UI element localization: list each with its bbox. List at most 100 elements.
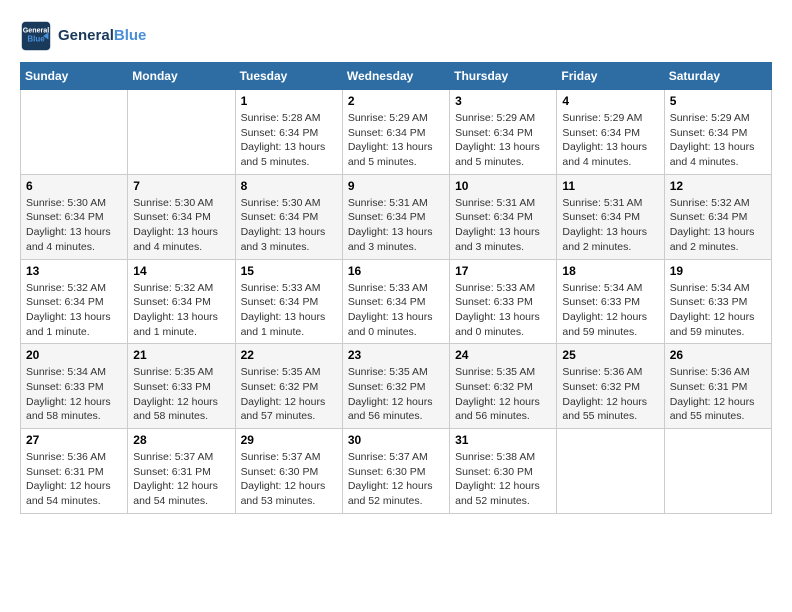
day-info: Sunrise: 5:37 AM Sunset: 6:30 PM Dayligh…	[348, 450, 444, 509]
day-number: 13	[26, 264, 122, 278]
calendar-table: SundayMondayTuesdayWednesdayThursdayFrid…	[20, 62, 772, 514]
calendar-cell: 9Sunrise: 5:31 AM Sunset: 6:34 PM Daylig…	[342, 174, 449, 259]
day-info: Sunrise: 5:32 AM Sunset: 6:34 PM Dayligh…	[133, 281, 229, 340]
calendar-cell: 18 Sunrise: 5:34 AM Sunset: 6:33 PM Dayli…	[557, 259, 664, 344]
calendar-day-header: Thursday	[450, 63, 557, 90]
day-number: 1	[241, 94, 337, 108]
day-number: 19	[670, 264, 766, 278]
day-info: Sunrise: 5:34 AM Sunset: 6:33 PM Dayligh…	[562, 281, 658, 340]
day-number: 16	[348, 264, 444, 278]
day-number: 7	[133, 179, 229, 193]
calendar-day-header: Saturday	[664, 63, 771, 90]
day-number: 11	[562, 179, 658, 193]
calendar-cell: 12 Sunrise: 5:32 AM Sunset: 6:34 PM Dayli…	[664, 174, 771, 259]
day-number: 27	[26, 433, 122, 447]
day-info: Sunrise: 5:32 AM Sunset: 6:34 PM Dayligh…	[670, 196, 766, 255]
day-info: Sunrise: 5:36 AM Sunset: 6:31 PM Dayligh…	[26, 450, 122, 509]
day-info: Sunrise: 5:30 AM Sunset: 6:34 PM Dayligh…	[133, 196, 229, 255]
day-info: Sunrise: 5:31 AM Sunset: 6:34 PM Dayligh…	[455, 196, 551, 255]
day-info: Sunrise: 5:35 AM Sunset: 6:32 PM Dayligh…	[455, 365, 551, 424]
calendar-cell: 25 Sunrise: 5:36 AM Sunset: 6:32 PM Dayli…	[557, 344, 664, 429]
day-number: 22	[241, 348, 337, 362]
calendar-cell: 30 Sunrise: 5:37 AM Sunset: 6:30 PM Dayli…	[342, 429, 449, 514]
calendar-cell: 2 Sunrise: 5:29 AM Sunset: 6:34 PM Daylig…	[342, 90, 449, 175]
logo-text: GeneralBlue	[58, 27, 146, 45]
day-number: 6	[26, 179, 122, 193]
calendar-cell: 28Sunrise: 5:37 AM Sunset: 6:31 PM Dayli…	[128, 429, 235, 514]
day-number: 15	[241, 264, 337, 278]
logo: General Blue GeneralBlue	[20, 20, 146, 52]
day-number: 5	[670, 94, 766, 108]
calendar-cell	[557, 429, 664, 514]
calendar-cell: 5 Sunrise: 5:29 AM Sunset: 6:34 PM Daylig…	[664, 90, 771, 175]
calendar-cell: 17 Sunrise: 5:33 AM Sunset: 6:33 PM Dayli…	[450, 259, 557, 344]
calendar-cell: 22 Sunrise: 5:35 AM Sunset: 6:32 PM Dayli…	[235, 344, 342, 429]
calendar-cell: 14 Sunrise: 5:32 AM Sunset: 6:34 PM Dayli…	[128, 259, 235, 344]
day-number: 26	[670, 348, 766, 362]
day-info: Sunrise: 5:32 AM Sunset: 6:34 PM Dayligh…	[26, 281, 122, 340]
day-number: 25	[562, 348, 658, 362]
day-number: 21	[133, 348, 229, 362]
calendar-week-row: 13 Sunrise: 5:32 AM Sunset: 6:34 PM Dayli…	[21, 259, 772, 344]
day-number: 29	[241, 433, 337, 447]
day-number: 12	[670, 179, 766, 193]
calendar-cell: 16 Sunrise: 5:33 AM Sunset: 6:34 PM Dayli…	[342, 259, 449, 344]
calendar-day-header: Friday	[557, 63, 664, 90]
day-info: Sunrise: 5:30 AM Sunset: 6:34 PM Dayligh…	[26, 196, 122, 255]
day-info: Sunrise: 5:35 AM Sunset: 6:32 PM Dayligh…	[241, 365, 337, 424]
day-info: Sunrise: 5:34 AM Sunset: 6:33 PM Dayligh…	[670, 281, 766, 340]
calendar-cell: 3Sunrise: 5:29 AM Sunset: 6:34 PM Daylig…	[450, 90, 557, 175]
calendar-cell: 15 Sunrise: 5:33 AM Sunset: 6:34 PM Dayli…	[235, 259, 342, 344]
calendar-cell: 4Sunrise: 5:29 AM Sunset: 6:34 PM Daylig…	[557, 90, 664, 175]
calendar-cell: 29Sunrise: 5:37 AM Sunset: 6:30 PM Dayli…	[235, 429, 342, 514]
svg-text:General: General	[23, 26, 50, 34]
calendar-cell: 26 Sunrise: 5:36 AM Sunset: 6:31 PM Dayli…	[664, 344, 771, 429]
day-number: 18	[562, 264, 658, 278]
calendar-cell: 13 Sunrise: 5:32 AM Sunset: 6:34 PM Dayli…	[21, 259, 128, 344]
day-number: 30	[348, 433, 444, 447]
calendar-header-row: SundayMondayTuesdayWednesdayThursdayFrid…	[21, 63, 772, 90]
day-info: Sunrise: 5:29 AM Sunset: 6:34 PM Dayligh…	[348, 111, 444, 170]
calendar-week-row: 1 Sunrise: 5:28 AM Sunset: 6:34 PM Daylig…	[21, 90, 772, 175]
day-info: Sunrise: 5:35 AM Sunset: 6:32 PM Dayligh…	[348, 365, 444, 424]
day-info: Sunrise: 5:31 AM Sunset: 6:34 PM Dayligh…	[562, 196, 658, 255]
day-info: Sunrise: 5:30 AM Sunset: 6:34 PM Dayligh…	[241, 196, 337, 255]
day-info: Sunrise: 5:38 AM Sunset: 6:30 PM Dayligh…	[455, 450, 551, 509]
day-info: Sunrise: 5:34 AM Sunset: 6:33 PM Dayligh…	[26, 365, 122, 424]
calendar-cell: 21Sunrise: 5:35 AM Sunset: 6:33 PM Dayli…	[128, 344, 235, 429]
day-number: 8	[241, 179, 337, 193]
day-number: 17	[455, 264, 551, 278]
day-info: Sunrise: 5:37 AM Sunset: 6:31 PM Dayligh…	[133, 450, 229, 509]
calendar-day-header: Sunday	[21, 63, 128, 90]
calendar-cell	[664, 429, 771, 514]
day-info: Sunrise: 5:36 AM Sunset: 6:31 PM Dayligh…	[670, 365, 766, 424]
day-info: Sunrise: 5:29 AM Sunset: 6:34 PM Dayligh…	[670, 111, 766, 170]
day-number: 31	[455, 433, 551, 447]
calendar-cell: 11 Sunrise: 5:31 AM Sunset: 6:34 PM Dayli…	[557, 174, 664, 259]
calendar-cell	[128, 90, 235, 175]
logo-icon: General Blue	[20, 20, 52, 52]
day-number: 2	[348, 94, 444, 108]
calendar-day-header: Monday	[128, 63, 235, 90]
calendar-day-header: Tuesday	[235, 63, 342, 90]
calendar-cell: 23 Sunrise: 5:35 AM Sunset: 6:32 PM Dayli…	[342, 344, 449, 429]
day-number: 3	[455, 94, 551, 108]
calendar-cell: 8 Sunrise: 5:30 AM Sunset: 6:34 PM Daylig…	[235, 174, 342, 259]
calendar-cell: 31 Sunrise: 5:38 AM Sunset: 6:30 PM Dayli…	[450, 429, 557, 514]
day-number: 23	[348, 348, 444, 362]
day-info: Sunrise: 5:33 AM Sunset: 6:33 PM Dayligh…	[455, 281, 551, 340]
day-number: 14	[133, 264, 229, 278]
calendar-day-header: Wednesday	[342, 63, 449, 90]
day-number: 24	[455, 348, 551, 362]
day-info: Sunrise: 5:28 AM Sunset: 6:34 PM Dayligh…	[241, 111, 337, 170]
calendar-week-row: 27 Sunrise: 5:36 AM Sunset: 6:31 PM Dayli…	[21, 429, 772, 514]
svg-text:Blue: Blue	[27, 34, 45, 43]
calendar-week-row: 20 Sunrise: 5:34 AM Sunset: 6:33 PM Dayli…	[21, 344, 772, 429]
day-number: 4	[562, 94, 658, 108]
day-info: Sunrise: 5:33 AM Sunset: 6:34 PM Dayligh…	[241, 281, 337, 340]
calendar-cell: 24 Sunrise: 5:35 AM Sunset: 6:32 PM Dayli…	[450, 344, 557, 429]
day-info: Sunrise: 5:36 AM Sunset: 6:32 PM Dayligh…	[562, 365, 658, 424]
day-info: Sunrise: 5:33 AM Sunset: 6:34 PM Dayligh…	[348, 281, 444, 340]
day-number: 20	[26, 348, 122, 362]
calendar-cell: 20 Sunrise: 5:34 AM Sunset: 6:33 PM Dayli…	[21, 344, 128, 429]
